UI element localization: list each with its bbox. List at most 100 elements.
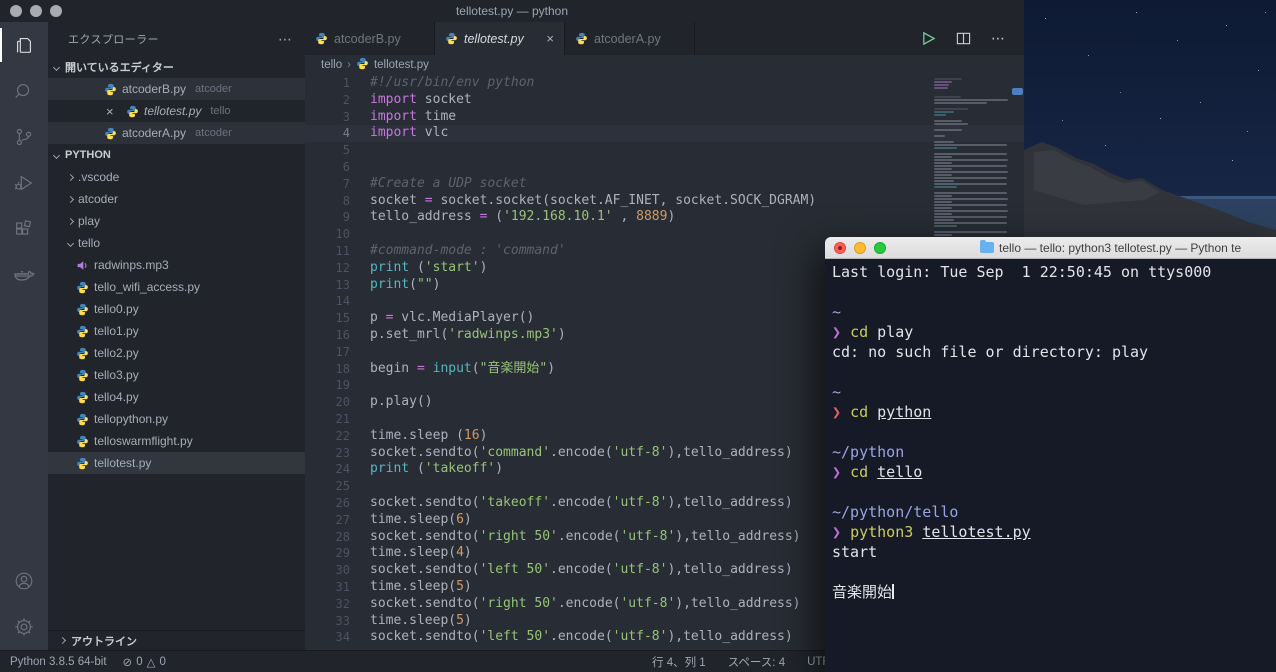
python-file-icon xyxy=(356,57,369,73)
source-control-icon[interactable] xyxy=(0,114,48,160)
line-number: 20 xyxy=(305,394,350,411)
terminal-window: tello — tello: python3 tellotest.py — Py… xyxy=(825,237,1276,672)
scrollbar-thumb[interactable] xyxy=(1012,88,1023,95)
minimize-button[interactable] xyxy=(854,242,866,254)
chevron-icon xyxy=(67,217,74,224)
code-line-1[interactable]: 1#!/usr/bin/env python xyxy=(305,75,1024,92)
python-file-icon xyxy=(76,303,89,316)
folder-icon xyxy=(980,242,994,253)
split-editor-button[interactable] xyxy=(956,31,971,46)
code-line-9[interactable]: 9tello_address = ('192.168.10.1' , 8889) xyxy=(305,209,1024,226)
more-actions-icon[interactable]: ⋯ xyxy=(991,30,1006,47)
terminal-line-10: ~/python xyxy=(832,442,1276,462)
close-icon[interactable]: × xyxy=(106,104,114,119)
close-button[interactable] xyxy=(834,242,846,254)
tree-item-radwinps.mp3[interactable]: radwinps.mp3 xyxy=(48,254,305,276)
open-editor-atcoderA.py[interactable]: atcoderA.pyatcoder xyxy=(48,122,305,144)
tree-item-atcoder[interactable]: atcoder xyxy=(48,188,305,210)
open-editors-section-header[interactable]: 開いているエディター xyxy=(48,56,305,78)
extensions-icon[interactable] xyxy=(0,206,48,252)
tree-item-tello_wifi_access.py[interactable]: tello_wifi_access.py xyxy=(48,276,305,298)
code-line-7[interactable]: 7#Create a UDP socket xyxy=(305,176,1024,193)
warning-icon: △ xyxy=(147,655,156,669)
tab-atcoderA.py[interactable]: atcoderA.py xyxy=(565,22,695,55)
breadcrumb-file[interactable]: tellotest.py xyxy=(374,59,429,71)
docker-icon[interactable] xyxy=(0,252,48,298)
editor-tab-bar: atcoderB.pytellotest.py×atcoderA.py ⋯ xyxy=(305,22,1024,55)
line-number: 16 xyxy=(305,327,350,344)
terminal-titlebar[interactable]: tello — tello: python3 tellotest.py — Py… xyxy=(825,237,1276,259)
indentation-status[interactable]: スペース: 4 xyxy=(728,654,785,670)
minimap[interactable] xyxy=(934,78,1010,258)
code-line-4[interactable]: 4import vlc xyxy=(305,125,1024,142)
chevron-icon xyxy=(67,195,74,202)
terminal-line-13: ~/python/tello xyxy=(832,502,1276,522)
tree-item-tellotest.py[interactable]: tellotest.py xyxy=(48,452,305,474)
search-icon[interactable] xyxy=(0,68,48,114)
run-debug-icon[interactable] xyxy=(0,160,48,206)
line-number: 22 xyxy=(305,428,350,445)
line-number: 13 xyxy=(305,277,350,294)
terminal-line-9 xyxy=(832,422,1276,442)
line-number: 2 xyxy=(305,92,350,109)
code-line-6[interactable]: 6 xyxy=(305,159,1024,176)
window-title: tellotest.py — python xyxy=(456,4,568,18)
chevron-icon xyxy=(67,239,74,246)
tree-item-.vscode[interactable]: .vscode xyxy=(48,166,305,188)
account-icon[interactable] xyxy=(0,558,48,604)
tree-item-tello0.py[interactable]: tello0.py xyxy=(48,298,305,320)
tree-item-tello1.py[interactable]: tello1.py xyxy=(48,320,305,342)
problems-status[interactable]: ⊘ 0 △ 0 xyxy=(123,655,166,669)
tab-tellotest.py[interactable]: tellotest.py× xyxy=(435,22,565,55)
line-number: 24 xyxy=(305,461,350,478)
zoom-button[interactable] xyxy=(50,5,62,17)
tree-item-play[interactable]: play xyxy=(48,210,305,232)
line-number: 4 xyxy=(305,125,350,142)
minimize-button[interactable] xyxy=(30,5,42,17)
open-editor-atcoderB.py[interactable]: atcoderB.pyatcoder xyxy=(48,78,305,100)
python-version-status[interactable]: Python 3.8.5 64-bit xyxy=(10,656,107,668)
tree-item-tellopython.py[interactable]: tellopython.py xyxy=(48,408,305,430)
close-button[interactable] xyxy=(10,5,22,17)
tab-atcoderB.py[interactable]: atcoderB.py xyxy=(305,22,435,55)
code-line-8[interactable]: 8socket = socket.socket(socket.AF_INET, … xyxy=(305,193,1024,210)
python-file-icon xyxy=(76,413,89,426)
line-number: 18 xyxy=(305,361,350,378)
line-number: 25 xyxy=(305,478,350,495)
python-file-icon xyxy=(76,391,89,404)
line-number: 8 xyxy=(305,193,350,210)
outline-section-header[interactable]: アウトライン xyxy=(48,630,305,650)
zoom-button[interactable] xyxy=(874,242,886,254)
open-editor-tellotest.py[interactable]: ×tellotest.pytello xyxy=(48,100,305,122)
tree-item-tello[interactable]: tello xyxy=(48,232,305,254)
python-file-icon xyxy=(76,457,89,470)
python-file-icon xyxy=(356,57,369,70)
code-line-2[interactable]: 2import socket xyxy=(305,92,1024,109)
code-line-5[interactable]: 5 xyxy=(305,142,1024,159)
tree-item-tello4.py[interactable]: tello4.py xyxy=(48,386,305,408)
line-number: 23 xyxy=(305,445,350,462)
terminal-line-6 xyxy=(832,362,1276,382)
python-file-icon xyxy=(76,435,89,448)
line-number: 21 xyxy=(305,411,350,428)
cursor-position-status[interactable]: 行 4、列 1 xyxy=(652,654,706,670)
terminal-line-16 xyxy=(832,562,1276,582)
vscode-titlebar[interactable]: tellotest.py — python xyxy=(0,0,1024,22)
line-number: 29 xyxy=(305,545,350,562)
terminal-content[interactable]: Last login: Tue Sep 1 22:50:45 on ttys00… xyxy=(825,259,1276,672)
tree-item-tello3.py[interactable]: tello3.py xyxy=(48,364,305,386)
tree-item-telloswarmflight.py[interactable]: telloswarmflight.py xyxy=(48,430,305,452)
mountain-scenery xyxy=(1024,0,1276,240)
code-line-3[interactable]: 3import time xyxy=(305,109,1024,126)
explorer-icon[interactable] xyxy=(0,22,48,68)
project-section-header[interactable]: PYTHON xyxy=(48,144,305,166)
line-number: 11 xyxy=(305,243,350,260)
run-python-file-button[interactable] xyxy=(921,31,936,46)
sidebar-more-actions-icon[interactable]: ⋯ xyxy=(278,31,293,48)
close-icon[interactable]: × xyxy=(546,31,554,46)
settings-gear-icon[interactable] xyxy=(0,604,48,650)
python-file-icon xyxy=(315,32,328,45)
tree-item-tello2.py[interactable]: tello2.py xyxy=(48,342,305,364)
terminal-line-11: ❯ cd tello xyxy=(832,462,1276,482)
breadcrumb-folder[interactable]: tello xyxy=(321,59,342,71)
